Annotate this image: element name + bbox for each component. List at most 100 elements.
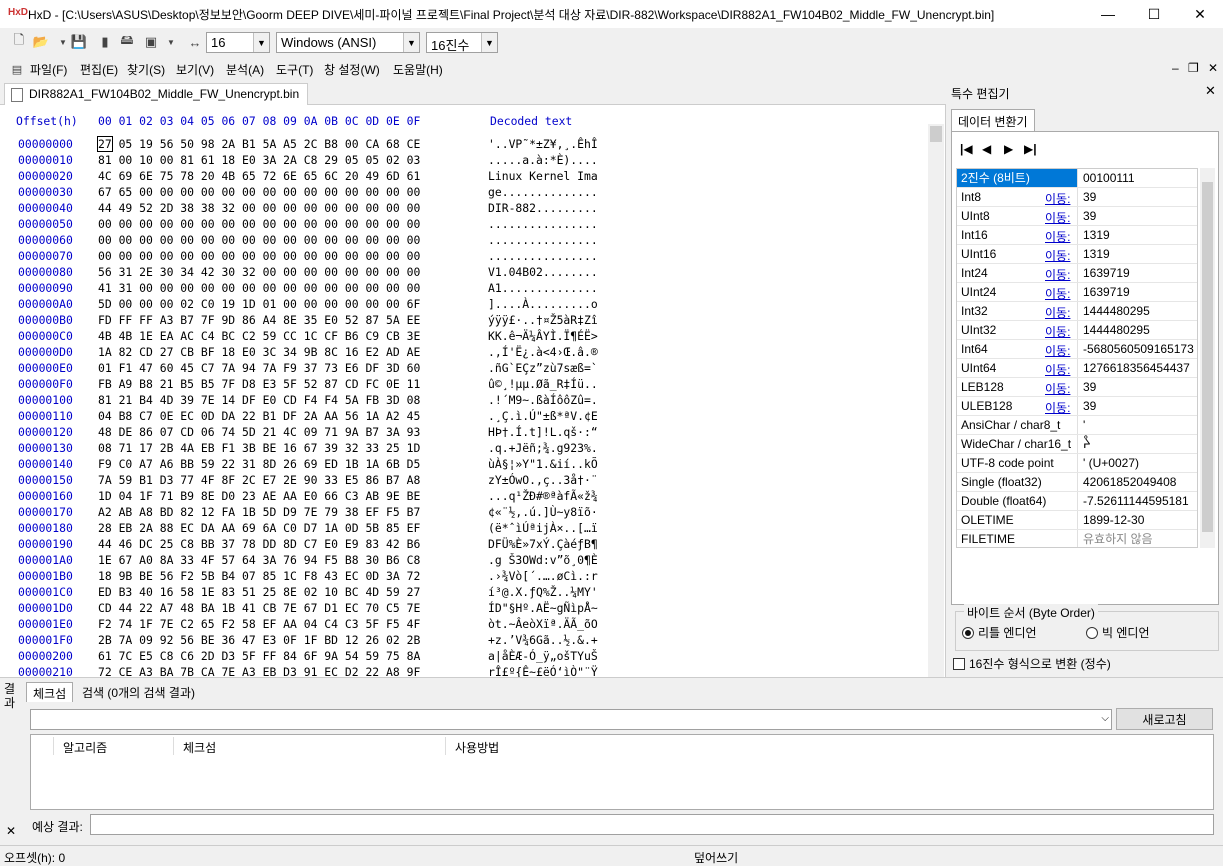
goto-link[interactable]: 이동: [1045, 285, 1070, 302]
row-decoded-text[interactable]: ................ [488, 216, 598, 232]
row-decoded-text[interactable]: ge.............. [488, 184, 598, 200]
inspector-value[interactable]: 1639719 [1077, 283, 1197, 301]
new-file-icon[interactable]: 🗋 [10, 32, 28, 51]
goto-link[interactable]: 이동: [1045, 190, 1070, 207]
hex-row[interactable]: 000000F0 FB A9 B8 21 B5 B5 7F D8 E3 5F 52… [18, 376, 928, 392]
hex-row[interactable]: 00000150 7A 59 B1 D3 77 4F 8F 2C E7 2E 90… [18, 472, 928, 488]
row-hex-bytes[interactable]: FB A9 B8 21 B5 B5 7F D8 E3 5F 52 87 CD F… [98, 376, 488, 392]
checksum-table[interactable]: 알고리즘 체크섬 사용방법 [30, 734, 1214, 810]
inspector-row[interactable]: FILETIME 유효하지 않음 [957, 530, 1197, 547]
inspector-value[interactable]: 1444480295 [1077, 302, 1197, 320]
inspector-value[interactable]: ' [1077, 416, 1197, 434]
hex-row[interactable]: 00000100 81 21 B4 4D 39 7E 14 DF E0 CD F4… [18, 392, 928, 408]
open-ram-icon[interactable]: ▣ [142, 33, 160, 51]
row-decoded-text[interactable]: .g Š3OWd:v”õ¸0¶È [488, 552, 598, 568]
row-hex-bytes[interactable]: 18 9B BE 56 F2 5B B4 07 85 1C F8 43 EC 0… [98, 568, 488, 584]
inspector-row[interactable]: UTF-8 code point ' (U+0027) [957, 454, 1197, 473]
close-file-icon[interactable]: ▮ [96, 33, 114, 51]
row-decoded-text[interactable]: .‚Í'Ë¿.à<4›Œ.â.® [488, 344, 598, 360]
save-icon[interactable]: 💾 [70, 33, 88, 51]
first-byte-icon[interactable]: |◀ [960, 142, 973, 156]
offset-base-select[interactable]: 16진수 ▼ [426, 32, 498, 53]
row-decoded-text[interactable]: a|åÈÆ-Ó_ÿ„ošTYuŠ [488, 648, 598, 664]
row-hex-bytes[interactable]: 81 21 B4 4D 39 7E 14 DF E0 CD F4 F4 5A F… [98, 392, 488, 408]
row-decoded-text[interactable]: ¢«¨½‚.ú.]Ù~y8ïõ· [488, 504, 598, 520]
row-decoded-text[interactable]: .q.+Jëñ;¾.g923%. [488, 440, 598, 456]
ram-dropdown-icon[interactable]: ▼ [162, 33, 180, 51]
row-hex-bytes[interactable]: 61 7C E5 C8 C6 2D D3 5F FF 84 6F 9A 54 5… [98, 648, 488, 664]
open-file-icon[interactable]: 📂 [32, 33, 50, 51]
hex-row[interactable]: 00000180 28 EB 2A 88 EC DA AA 69 6A C0 D7… [18, 520, 928, 536]
menu-view[interactable]: 보기(V) [176, 61, 214, 78]
inspector-value[interactable]: 1899-12-30 [1077, 511, 1197, 529]
inspector-row[interactable]: 2진수 (8비트) 00100111 [957, 169, 1197, 188]
expected-result-input[interactable] [90, 814, 1214, 835]
row-decoded-text[interactable]: V1.04B02........ [488, 264, 598, 280]
goto-link[interactable]: 이동: [1045, 209, 1070, 226]
row-hex-bytes[interactable]: F9 C0 A7 A6 BB 59 22 31 8D 26 69 ED 1B 1… [98, 456, 488, 472]
row-hex-bytes[interactable]: 00 00 00 00 00 00 00 00 00 00 00 00 00 0… [98, 232, 488, 248]
scrollbar-thumb[interactable] [1202, 182, 1213, 532]
row-decoded-text[interactable]: .¸Ç.ì.Ú"±ß*ªV.¢E [488, 408, 598, 424]
goto-link[interactable]: 이동: [1045, 266, 1070, 283]
hex-row[interactable]: 00000050 00 00 00 00 00 00 00 00 00 00 00… [18, 216, 928, 232]
inspector-value[interactable]: ᔧ [1077, 435, 1197, 453]
menu-analysis[interactable]: 분석(A) [226, 61, 264, 78]
row-hex-bytes[interactable]: 5D 00 00 00 02 C0 19 1D 01 00 00 00 00 0… [98, 296, 488, 312]
hex-row[interactable]: 00000040 44 49 52 2D 38 38 32 00 00 00 00… [18, 200, 928, 216]
inspector-table[interactable]: 2진수 (8비트) 00100111 Int8 이동: 39 UInt8 이동: 39 Int1… [956, 168, 1198, 548]
row-hex-bytes[interactable]: 4C 69 6E 75 78 20 4B 65 72 6E 65 6C 20 4… [98, 168, 488, 184]
close-button[interactable]: ✕ [1177, 0, 1223, 28]
document-menu-icon[interactable]: ▤ [8, 60, 26, 78]
hex-row[interactable]: 00000080 56 31 2E 30 34 42 30 32 00 00 00… [18, 264, 928, 280]
hex-row[interactable]: 00000070 00 00 00 00 00 00 00 00 00 00 00… [18, 248, 928, 264]
row-hex-bytes[interactable]: 56 31 2E 30 34 42 30 32 00 00 00 00 00 0… [98, 264, 488, 280]
row-hex-bytes[interactable]: F2 74 1F 7E C2 65 F2 58 EF AA 04 C4 C3 5… [98, 616, 488, 632]
row-decoded-text[interactable]: .ñG`EÇz”zù7sæß=` [488, 360, 598, 376]
results-close-icon[interactable]: ✕ [6, 824, 16, 838]
row-hex-bytes[interactable]: 67 65 00 00 00 00 00 00 00 00 00 00 00 0… [98, 184, 488, 200]
hex-row[interactable]: 000000A0 5D 00 00 00 02 C0 19 1D 01 00 00… [18, 296, 928, 312]
row-decoded-text[interactable]: .!´M9~.ßàÍôôZû=. [488, 392, 598, 408]
row-hex-bytes[interactable]: 00 00 00 00 00 00 00 00 00 00 00 00 00 0… [98, 216, 488, 232]
column-checksum[interactable]: 체크섬 [183, 739, 216, 756]
inspector-value[interactable]: 39 [1077, 378, 1197, 396]
inspector-value[interactable]: 00100111 [1077, 169, 1197, 187]
row-hex-bytes[interactable]: 08 71 17 2B 4A EB F1 3B BE 16 67 39 32 3… [98, 440, 488, 456]
inspector-row[interactable]: WideChar / char16_t ᔧ [957, 435, 1197, 454]
hex-row[interactable]: 00000010 81 00 10 00 81 61 18 E0 3A 2A C8… [18, 152, 928, 168]
goto-link[interactable]: 이동: [1045, 304, 1070, 321]
row-decoded-text[interactable]: û©¸!µµ.Øã_R‡Íü.. [488, 376, 598, 392]
goto-link[interactable]: 이동: [1045, 247, 1070, 264]
row-hex-bytes[interactable]: 7A 59 B1 D3 77 4F 8F 2C E7 2E 90 33 E5 8… [98, 472, 488, 488]
row-decoded-text[interactable]: HÞ†.Í.t]!L.qš·:“ [488, 424, 598, 440]
row-decoded-text[interactable]: ................ [488, 248, 598, 264]
hex-row[interactable]: 00000200 61 7C E5 C8 C6 2D D3 5F FF 84 6F… [18, 648, 928, 664]
inspector-value[interactable]: 42061852049408 [1077, 473, 1197, 491]
menu-search[interactable]: 찾기(S) [127, 61, 165, 78]
inspector-row[interactable]: LEB128 이동: 39 [957, 378, 1197, 397]
goto-link[interactable]: 이동: [1045, 323, 1070, 340]
menu-help[interactable]: 도움말(H) [393, 61, 443, 78]
column-usage[interactable]: 사용방법 [455, 739, 499, 756]
maximize-button[interactable]: ☐ [1131, 0, 1177, 28]
hex-row[interactable]: 00000130 08 71 17 2B 4A EB F1 3B BE 16 67… [18, 440, 928, 456]
hex-row[interactable]: 000000D0 1A 82 CD 27 CB BF 18 E0 3C 34 9B… [18, 344, 928, 360]
row-decoded-text[interactable]: ÍD"§Hº.AË~gÑìpÅ~ [488, 600, 598, 616]
row-decoded-text[interactable]: KK.ê¬Ä¼ÂYÌ.Ï¶ÉË> [488, 328, 598, 344]
hex-convert-checkbox[interactable]: 16진수 형식으로 변환 (정수) [953, 655, 1111, 672]
row-hex-bytes[interactable]: 00 00 00 00 00 00 00 00 00 00 00 00 00 0… [98, 248, 488, 264]
inspector-value[interactable]: 1444480295 [1077, 321, 1197, 339]
hex-row[interactable]: 000001C0 ED B3 40 16 58 1E 83 51 25 8E 02… [18, 584, 928, 600]
row-decoded-text[interactable]: DFÜ%È»7xÝ.ÇàéƒB¶ [488, 536, 598, 552]
inspector-row[interactable]: Int8 이동: 39 [957, 188, 1197, 207]
hex-row[interactable]: 00000170 A2 AB A8 BD 82 12 FA 1B 5D D9 7E… [18, 504, 928, 520]
inspector-scrollbar[interactable] [1200, 168, 1215, 548]
menu-edit[interactable]: 편집(E) [80, 61, 118, 78]
hex-row[interactable]: 00000110 04 B8 C7 0E EC 0D DA 22 B1 DF 2A… [18, 408, 928, 424]
hex-row[interactable]: 00000060 00 00 00 00 00 00 00 00 00 00 00… [18, 232, 928, 248]
inspector-value[interactable]: 1319 [1077, 245, 1197, 263]
row-decoded-text[interactable]: í³@.X.ƒQ%Ž..¼MY' [488, 584, 598, 600]
inspector-value[interactable]: ' (U+0027) [1077, 454, 1197, 472]
inspector-row[interactable]: UInt32 이동: 1444480295 [957, 321, 1197, 340]
